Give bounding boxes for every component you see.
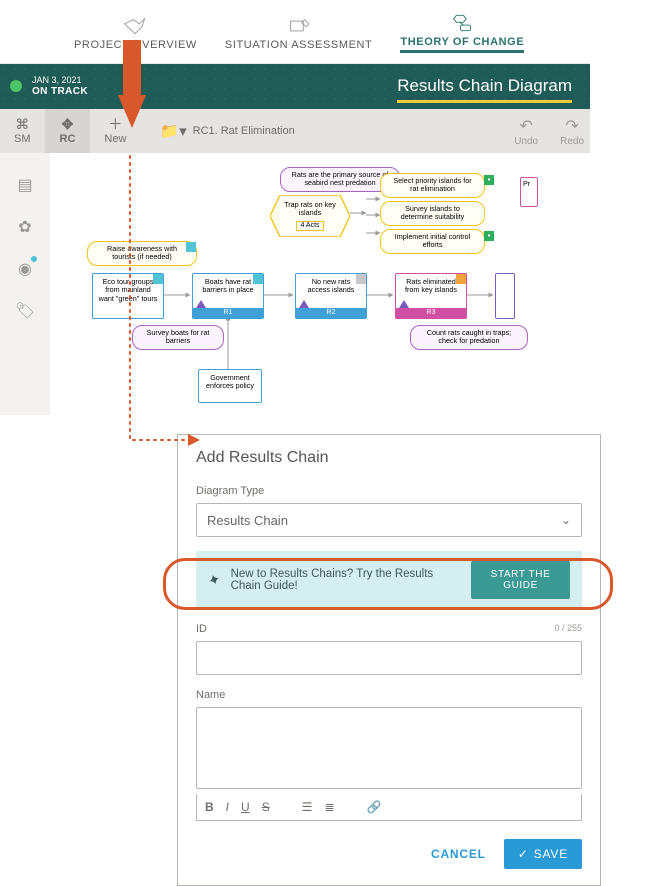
sm-icon: ⌘ xyxy=(15,117,29,131)
side-toolbar: ▤ ✿ ◉ 🏷 xyxy=(0,153,50,415)
rc-icon: ✥ xyxy=(62,117,74,131)
redo-icon: ↷ xyxy=(565,116,578,136)
node-no-new-rats[interactable]: No new rats access islands R2 xyxy=(295,273,367,319)
status-date: JAN 3, 2021 xyxy=(32,76,88,86)
italic-button[interactable]: I xyxy=(226,800,229,814)
corner-icon xyxy=(456,274,466,284)
work-area: ▤ ✿ ◉ 🏷 xyxy=(0,153,590,415)
node-cut-pr[interactable]: Pr xyxy=(520,177,538,207)
tab-theory-of-change[interactable]: THEORY OF CHANGE xyxy=(400,12,524,53)
cancel-button[interactable]: CANCEL xyxy=(431,847,486,861)
node-survey-islands[interactable]: Survey islands to determine suitability xyxy=(380,201,485,226)
status-bar: JAN 3, 2021 ON TRACK Results Chain Diagr… xyxy=(0,64,590,109)
status-dot-icon xyxy=(10,80,22,92)
node-strategy-trap[interactable]: Trap rats on key islands 4 Acts xyxy=(270,195,350,237)
node-count-rats[interactable]: Count rats caught in traps; check for pr… xyxy=(410,325,528,350)
primary-tabs: PROJECT OVERVIEW SITUATION ASSESSMENT TH… xyxy=(0,10,590,64)
diagram-toolbar: ⌘ SM ✥ RC ＋ New 📁▾ RC1. Rat Elimination … xyxy=(0,109,590,153)
status-state: ON TRACK xyxy=(32,86,88,97)
notes-icon xyxy=(285,15,313,37)
chevron-down-icon: ⌄ xyxy=(561,513,571,527)
save-button[interactable]: ✓ SAVE xyxy=(504,839,582,869)
mode-sm-button[interactable]: ⌘ SM xyxy=(0,109,46,153)
label-id: ID 0 / 255 xyxy=(196,623,582,635)
progress-badge-icon: ▪ xyxy=(484,175,494,185)
check-icon: ✓ xyxy=(518,847,529,861)
flow-icon xyxy=(448,12,476,34)
mode-rc-button[interactable]: ✥ RC xyxy=(46,109,91,153)
label-diagram-type: Diagram Type xyxy=(196,485,582,497)
triangle-icon xyxy=(399,300,409,308)
redo-button[interactable]: ↷Redo xyxy=(560,116,584,147)
underline-button[interactable]: U xyxy=(241,800,250,814)
select-diagram-type[interactable]: Results Chain ⌄ xyxy=(196,503,582,537)
id-counter: 0 / 255 xyxy=(554,623,582,635)
puzzle-icon[interactable]: ✿ xyxy=(18,217,31,237)
label-name: Name xyxy=(196,689,582,701)
bold-button[interactable]: B xyxy=(205,800,214,814)
annotation-arrow-icon xyxy=(118,40,146,130)
add-results-chain-dialog: Add Results Chain Diagram Type Results C… xyxy=(177,434,601,886)
page-icon[interactable]: ▤ xyxy=(17,175,32,195)
undo-icon: ↶ xyxy=(519,116,532,136)
diagram-breadcrumb[interactable]: 📁▾ RC1. Rat Elimination xyxy=(140,109,514,153)
node-select-priority[interactable]: Select priority islands for rat eliminat… xyxy=(380,173,485,198)
app-screenshot-top: PROJECT OVERVIEW SITUATION ASSESSMENT TH… xyxy=(0,10,590,415)
strike-button[interactable]: S xyxy=(262,800,270,814)
annotation-dotted-path xyxy=(128,150,208,460)
triangle-icon xyxy=(299,300,309,308)
dialog-actions: CANCEL ✓ SAVE xyxy=(196,839,582,869)
progress-badge-icon: ▪ xyxy=(484,231,494,241)
guide-banner: ✦ New to Results Chains? Try the Results… xyxy=(196,551,582,609)
ol-button[interactable]: ☰ xyxy=(302,800,313,814)
input-name[interactable] xyxy=(196,707,582,789)
bird-icon xyxy=(121,15,149,37)
dialog-title: Add Results Chain xyxy=(196,449,582,467)
wand-icon: ✦ xyxy=(205,569,223,590)
tab-situation-assessment[interactable]: SITUATION ASSESSMENT xyxy=(225,15,373,53)
input-id[interactable] xyxy=(196,641,582,675)
node-cut-right[interactable] xyxy=(495,273,515,319)
corner-icon xyxy=(253,274,263,284)
guide-text: New to Results Chains? Try the Results C… xyxy=(231,568,451,592)
undo-button[interactable]: ↶Undo xyxy=(514,116,538,147)
node-implement-control[interactable]: Implement initial control efforts ▪ xyxy=(380,229,485,254)
node-rats-eliminated[interactable]: Rats eliminated from key islands R3 xyxy=(395,273,467,319)
folder-icon: 📁▾ xyxy=(160,122,186,140)
page-title: Results Chain Diagram xyxy=(397,70,572,103)
ul-button[interactable]: ≣ xyxy=(324,800,334,814)
tag-icon[interactable]: 🏷 xyxy=(15,301,35,321)
corner-icon xyxy=(356,274,366,284)
rich-text-toolbar: B I U S ☰ ≣ 🔗 xyxy=(196,794,582,821)
link-button[interactable]: 🔗 xyxy=(367,800,382,814)
start-guide-button[interactable]: START THE GUIDE xyxy=(471,561,570,599)
eye-icon[interactable]: ◉ xyxy=(18,259,32,279)
